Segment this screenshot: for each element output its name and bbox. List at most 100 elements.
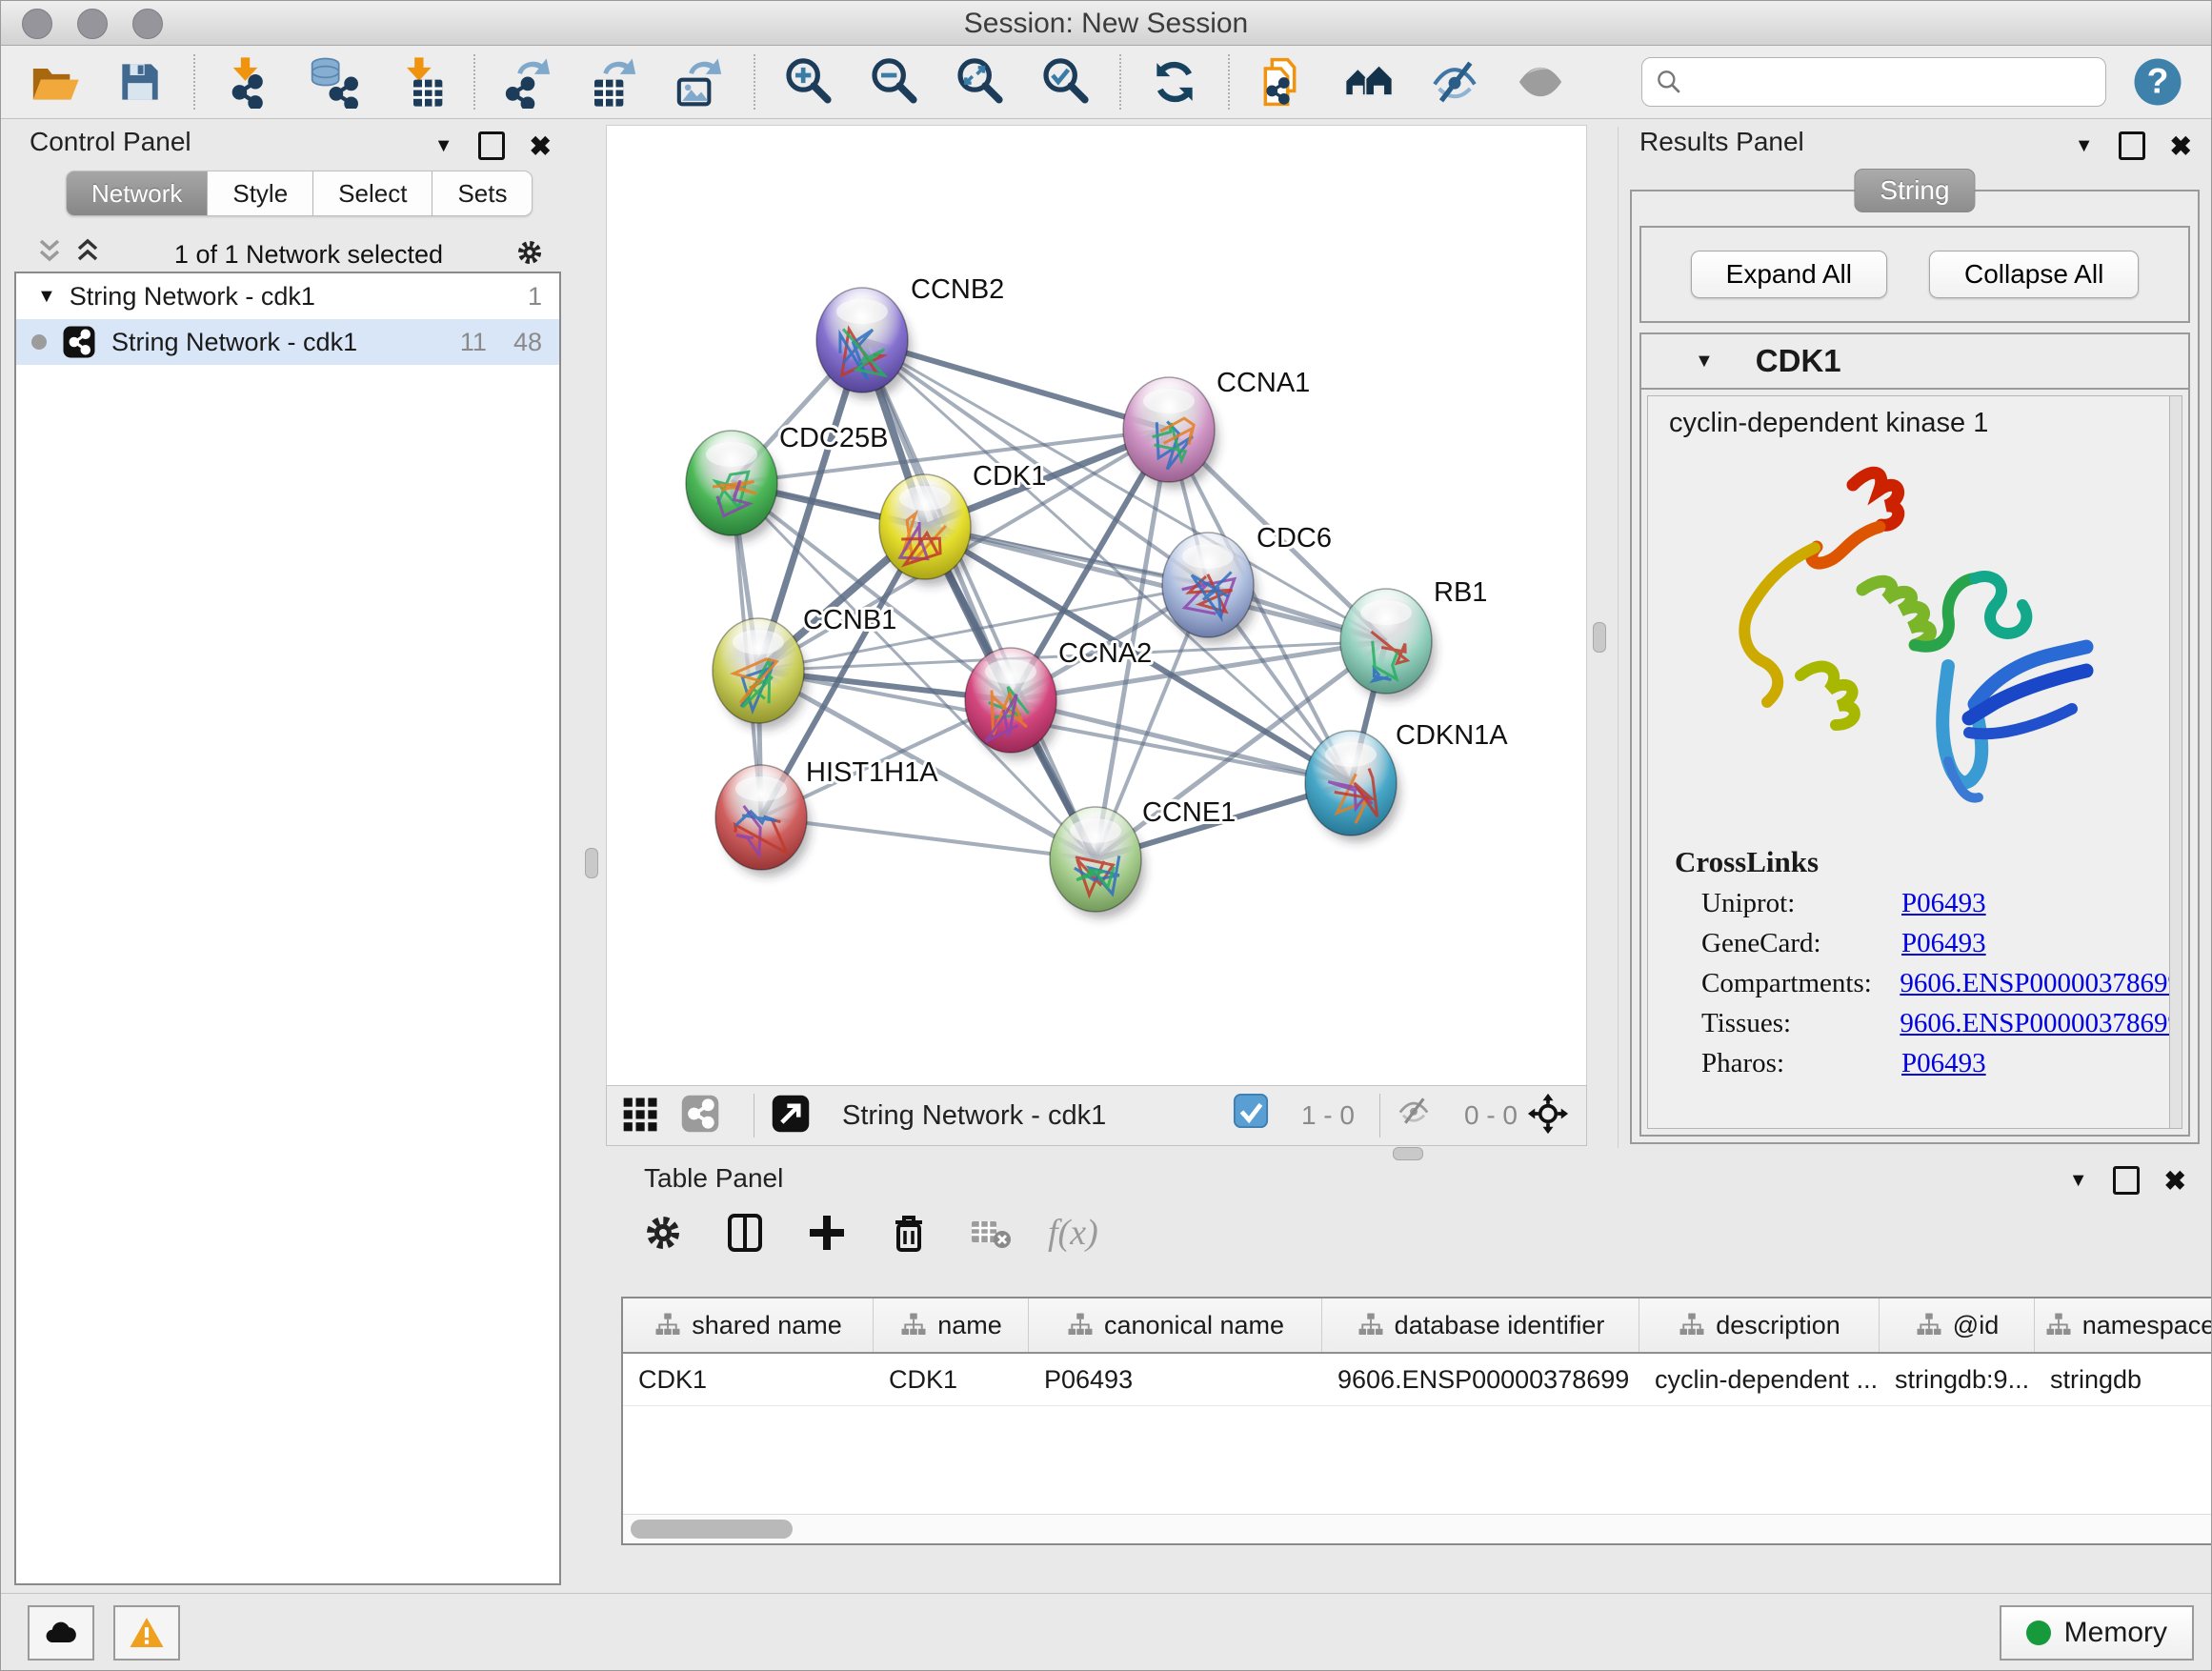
panel-menu-icon[interactable]: ▼: [434, 135, 453, 157]
collapse-gene-icon[interactable]: ▼: [1695, 351, 1714, 372]
memory-ok-dot-icon: [2026, 1621, 2051, 1645]
column-header-namespace[interactable]: namespace: [2035, 1299, 2212, 1352]
hidden-eye-icon[interactable]: [1396, 1093, 1441, 1138]
network-view-canvas[interactable]: CCNB2CCNA1CDC25BCDK1CDC6RB1CCNB1CCNA2CDK…: [606, 125, 1587, 1086]
column-header-description[interactable]: description: [1639, 1299, 1880, 1352]
collapse-all-button[interactable]: Collapse All: [1929, 251, 2139, 298]
main-toolbar: ?: [1, 46, 2211, 119]
zoom-out-icon[interactable]: [866, 53, 923, 111]
tab-sets[interactable]: Sets: [432, 171, 533, 216]
birds-eye-pan-icon[interactable]: [1527, 1093, 1573, 1138]
tab-network[interactable]: Network: [66, 171, 208, 216]
gene-scrollbar[interactable]: [2169, 396, 2182, 1128]
results-panel-title: Results Panel: [1639, 127, 1804, 156]
crosslink-link[interactable]: P06493: [1901, 1048, 1986, 1079]
memory-button[interactable]: Memory: [2000, 1605, 2194, 1661]
detach-view-icon[interactable]: [770, 1093, 815, 1138]
control-panel: Control Panel ▼ ✖ NetworkStyleSelectSets…: [10, 127, 565, 1585]
help-button[interactable]: ?: [2131, 55, 2184, 109]
network-collection-row[interactable]: ▼ String Network - cdk1 1: [16, 273, 559, 319]
close-panel-icon[interactable]: ✖: [2170, 131, 2192, 162]
selected-checkbox-icon[interactable]: [1233, 1093, 1278, 1138]
tab-string[interactable]: String: [1854, 169, 1975, 212]
tab-select[interactable]: Select: [313, 171, 432, 216]
show-all-icon[interactable]: [1512, 53, 1569, 111]
new-network-from-selection-icon[interactable]: [1255, 53, 1312, 111]
gene-section-header[interactable]: ▼ CDK1: [1641, 334, 2188, 390]
delete-table-icon[interactable]: [966, 1208, 1016, 1258]
import-table-file-icon[interactable]: [392, 53, 449, 111]
float-panel-icon[interactable]: [2113, 1166, 2140, 1195]
string-home-icon[interactable]: [1340, 53, 1398, 111]
import-network-database-icon[interactable]: [306, 53, 363, 111]
column-header-canonical-name[interactable]: canonical name: [1029, 1299, 1322, 1352]
scrollbar-thumb[interactable]: [631, 1520, 793, 1539]
svg-text:CDC6: CDC6: [1257, 523, 1332, 554]
table-cell: stringdb: [2035, 1354, 2212, 1405]
search-box[interactable]: [1641, 57, 2106, 107]
import-network-file-icon[interactable]: [220, 53, 277, 111]
crosslink-label: Tissues:: [1701, 1008, 1900, 1039]
float-panel-icon[interactable]: [478, 131, 505, 160]
left-splitter-handle[interactable]: [585, 848, 598, 878]
refresh-network-icon[interactable]: [1146, 53, 1203, 111]
float-panel-icon[interactable]: [2119, 131, 2145, 160]
svg-text:RB1: RB1: [1434, 577, 1487, 608]
network-options-gear-icon[interactable]: [513, 236, 546, 273]
panel-menu-icon[interactable]: ▼: [2075, 135, 2094, 157]
crosslink-row: Compartments:9606.ENSP00000378699: [1701, 968, 2182, 999]
cloud-status-button[interactable]: [28, 1605, 94, 1661]
node-count: 11: [460, 328, 487, 357]
string-results-area: String Expand All Collapse All ▼ CDK1 cy…: [1630, 190, 2200, 1144]
view-network-title: String Network - cdk1: [842, 1100, 1106, 1132]
network-row[interactable]: String Network - cdk1 11 48: [16, 319, 559, 365]
column-header-name[interactable]: name: [874, 1299, 1029, 1352]
crosslink-label: GeneCard:: [1701, 928, 1901, 959]
table-horizontal-scrollbar[interactable]: [623, 1514, 2211, 1543]
tree-expand-icon[interactable]: ▼: [37, 286, 56, 308]
node-table: shared namenamecanonical namedatabase id…: [621, 1297, 2212, 1545]
delete-column-trash-icon[interactable]: [884, 1208, 934, 1258]
crosslink-link[interactable]: P06493: [1901, 928, 1986, 959]
column-header--id[interactable]: @id: [1880, 1299, 2035, 1352]
column-header-shared-name[interactable]: shared name: [623, 1299, 874, 1352]
expand-all-button[interactable]: Expand All: [1691, 251, 1887, 298]
tab-style[interactable]: Style: [208, 171, 313, 216]
close-panel-icon[interactable]: ✖: [530, 131, 552, 162]
grid-view-icon[interactable]: [620, 1093, 666, 1138]
zoom-fit-icon[interactable]: [952, 53, 1009, 111]
edge-count: 48: [513, 328, 542, 357]
export-image-icon[interactable]: [672, 53, 729, 111]
create-column-icon[interactable]: [802, 1208, 852, 1258]
zoom-selected-icon[interactable]: [1037, 53, 1095, 111]
expand-all-networks-icon[interactable]: [33, 236, 66, 273]
right-splitter-handle[interactable]: [1593, 622, 1606, 653]
table-options-gear-icon[interactable]: [638, 1208, 688, 1258]
warnings-button[interactable]: [113, 1605, 180, 1661]
close-panel-icon[interactable]: ✖: [2164, 1165, 2186, 1197]
zoom-in-icon[interactable]: [780, 53, 837, 111]
crosslink-link[interactable]: 9606.ENSP00000378699: [1900, 1008, 2182, 1039]
open-session-icon[interactable]: [26, 53, 83, 111]
show-columns-icon[interactable]: [720, 1208, 770, 1258]
export-table-icon[interactable]: [586, 53, 643, 111]
attribute-tree-icon: [654, 1311, 682, 1339]
function-builder-icon[interactable]: f(x): [1048, 1212, 1098, 1254]
panel-menu-icon[interactable]: ▼: [2069, 1170, 2088, 1192]
memory-label: Memory: [2064, 1617, 2167, 1649]
hide-selected-icon[interactable]: [1426, 53, 1483, 111]
results-panel: Results Panel ▼ ✖ String Expand All Coll…: [1618, 127, 2207, 1148]
collapse-all-networks-icon[interactable]: [71, 236, 104, 273]
column-header-database-identifier[interactable]: database identifier: [1322, 1299, 1639, 1352]
gene-section: ▼ CDK1 cyclin-dependent kinase 1: [1639, 332, 2190, 1137]
table-cell: 9606.ENSP00000378699: [1322, 1354, 1639, 1405]
search-input[interactable]: [1692, 67, 2105, 98]
save-session-icon[interactable]: [111, 53, 169, 111]
crosslink-link[interactable]: P06493: [1901, 888, 1986, 919]
svg-text:CCNB1: CCNB1: [803, 605, 896, 635]
network-share-view-icon[interactable]: [679, 1093, 725, 1138]
crosslink-link[interactable]: 9606.ENSP00000378699: [1900, 968, 2182, 999]
table-cell: stringdb:9...: [1880, 1354, 2035, 1405]
table-row[interactable]: CDK1CDK1P064939606.ENSP00000378699cyclin…: [623, 1354, 2211, 1406]
export-network-icon[interactable]: [500, 53, 557, 111]
